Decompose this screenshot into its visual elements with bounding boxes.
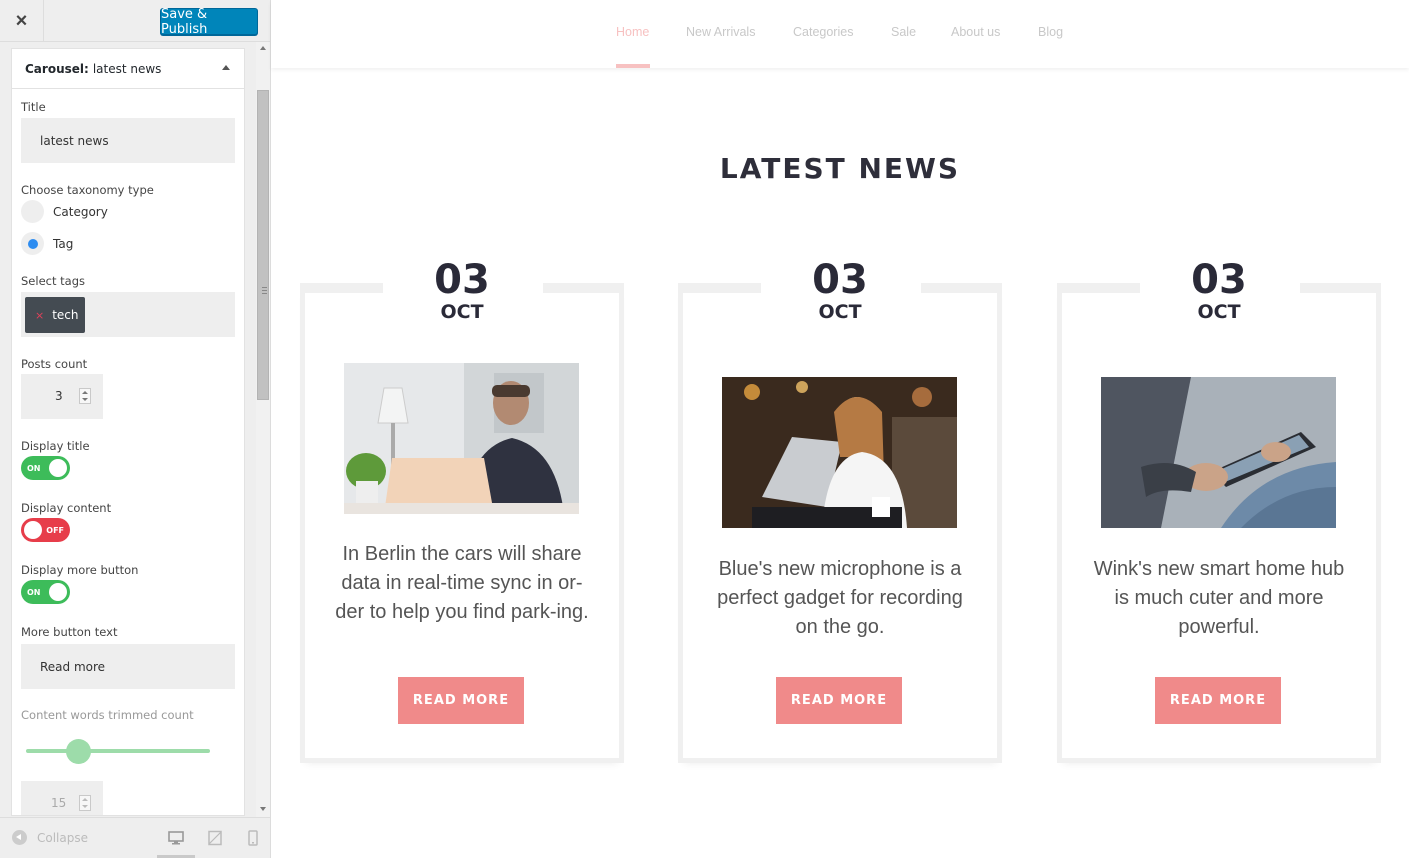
display-more-toggle[interactable]: ON — [21, 580, 70, 604]
scrollbar-thumb[interactable] — [257, 90, 269, 400]
tags-label: Select tags — [21, 274, 85, 288]
nav-blog[interactable]: Blog — [1038, 25, 1063, 39]
close-button[interactable]: × — [0, 0, 44, 42]
post-image[interactable] — [344, 363, 579, 514]
trim-count-slider[interactable] — [26, 749, 210, 753]
title-label: Title — [21, 100, 46, 114]
post-month: OCT — [1197, 301, 1241, 323]
post-excerpt: In Berlin the cars will share data in re… — [335, 543, 589, 623]
tag-chip-label: tech — [52, 308, 79, 322]
display-title-toggle[interactable]: ON — [21, 456, 70, 480]
active-nav-indicator — [616, 64, 650, 68]
desktop-icon[interactable] — [168, 830, 184, 846]
toggle-state: ON — [27, 463, 41, 473]
posts-count-label: Posts count — [21, 357, 88, 371]
spinner-arrows-icon[interactable] — [79, 388, 91, 404]
post-day: 03 — [434, 257, 490, 303]
news-card: 03 OCT Blue's new microphone is a perfec… — [678, 258, 1002, 773]
title-input[interactable]: latest news — [21, 118, 235, 163]
mobile-icon[interactable] — [245, 830, 261, 846]
post-excerpt: Wink's new smart home hub is much cuter … — [1093, 558, 1345, 638]
read-more-button[interactable]: READ MORE — [1155, 677, 1281, 724]
slider-thumb[interactable] — [66, 739, 91, 764]
collapse-arrow-icon — [12, 830, 27, 845]
read-more-button[interactable]: READ MORE — [776, 677, 902, 724]
read-more-button[interactable]: READ MORE — [398, 677, 524, 724]
posts-count-stepper[interactable]: 3 — [21, 374, 103, 419]
spinner-arrows-icon[interactable] — [79, 795, 91, 811]
scroll-up-icon[interactable] — [260, 46, 266, 50]
customizer-sidebar: × Save & Publish Carousel: latest news T… — [0, 0, 271, 858]
news-card: 03 OCT Wink's new smart home hub is much… — [1057, 258, 1381, 773]
radio-tag-label: Tag — [53, 236, 74, 251]
panel-title-prefix: Carousel: — [25, 61, 89, 76]
post-image[interactable] — [722, 377, 957, 528]
nav-sale[interactable]: Sale — [891, 25, 916, 39]
post-month: OCT — [818, 301, 862, 323]
display-title-label: Display title — [21, 439, 90, 453]
sidebar-scrollbar[interactable] — [256, 42, 270, 817]
news-card: 03 OCT In Berlin the cars will share dat… — [300, 258, 624, 773]
main-navigation: Home New Arrivals Categories Sale About … — [271, 0, 1409, 68]
posts-count-value: 3 — [55, 389, 63, 403]
post-day: 03 — [812, 257, 868, 303]
trim-count-label: Content words trimmed count — [21, 708, 194, 722]
site-preview: Home New Arrivals Categories Sale About … — [271, 0, 1409, 858]
collapse-label: Collapse — [37, 830, 88, 845]
radio-circle[interactable] — [21, 200, 44, 223]
save-publish-button[interactable]: Save & Publish — [160, 7, 258, 37]
tags-select[interactable]: × tech — [21, 292, 235, 337]
radio-tag[interactable]: Tag — [21, 232, 73, 255]
scroll-down-icon[interactable] — [260, 807, 266, 811]
nav-new-arrivals[interactable]: New Arrivals — [686, 25, 755, 39]
trim-count-value: 15 — [51, 796, 67, 810]
taxonomy-label: Choose taxonomy type — [21, 183, 154, 197]
toggle-state: ON — [27, 587, 41, 597]
post-image[interactable] — [1101, 377, 1336, 528]
carousel-settings-panel: Carousel: latest news Title latest news … — [11, 48, 245, 816]
customizer-footer: Collapse — [0, 817, 270, 858]
radio-category[interactable]: Category — [21, 200, 108, 223]
radio-category-label: Category — [53, 204, 108, 219]
panel-title: latest news — [92, 61, 162, 76]
display-content-label: Display content — [21, 501, 112, 515]
tag-chip[interactable]: × tech — [25, 297, 85, 333]
panel-header[interactable]: Carousel: latest news — [12, 49, 244, 89]
display-more-label: Display more button — [21, 563, 139, 577]
post-excerpt: Blue's new microphone is a perfect gadge… — [717, 558, 963, 638]
post-day: 03 — [1191, 257, 1247, 303]
more-text-input[interactable]: Read more — [21, 644, 235, 689]
customizer-header: × Save & Publish — [0, 0, 270, 42]
more-text-label: More button text — [21, 625, 118, 639]
tablet-icon[interactable] — [207, 830, 223, 846]
remove-tag-icon[interactable]: × — [35, 309, 44, 322]
trim-count-stepper[interactable]: 15 — [21, 781, 103, 815]
post-month: OCT — [440, 301, 484, 323]
display-content-toggle[interactable]: OFF — [21, 518, 70, 542]
collapse-caret-icon[interactable] — [222, 65, 230, 70]
nav-categories[interactable]: Categories — [793, 25, 853, 39]
nav-about-us[interactable]: About us — [951, 25, 1000, 39]
section-title: LATEST NEWS — [719, 152, 961, 185]
toggle-state: OFF — [46, 525, 64, 535]
nav-home[interactable]: Home — [616, 25, 649, 39]
radio-circle-checked[interactable] — [21, 232, 44, 255]
collapse-button[interactable]: Collapse — [12, 830, 88, 845]
